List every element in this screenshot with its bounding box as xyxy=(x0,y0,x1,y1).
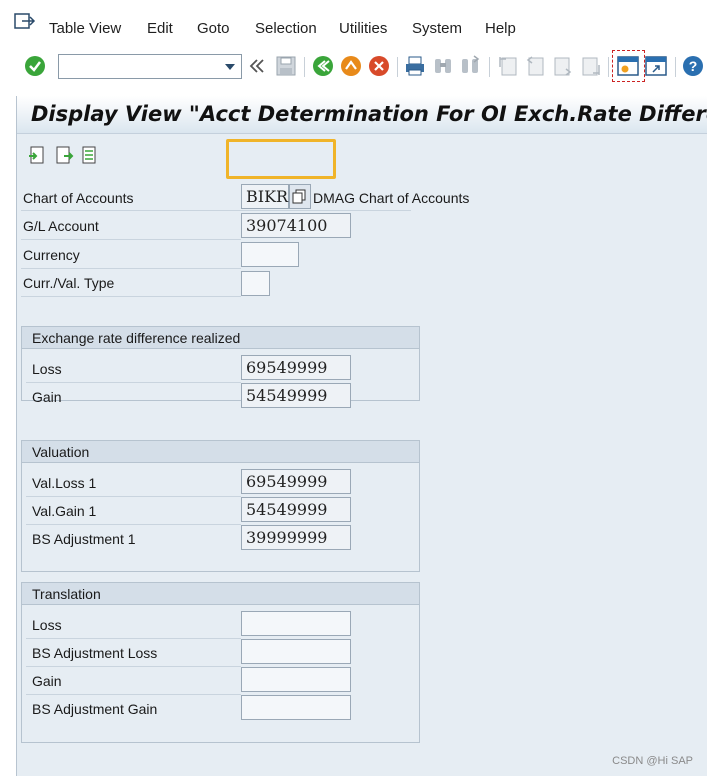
menu-bar: Table View Edit Goto Selection Utilities… xyxy=(0,0,707,48)
realized-group-title: Exchange rate difference realized xyxy=(22,327,419,349)
toolbar-separator xyxy=(608,57,609,77)
toolbar-separator xyxy=(397,57,398,77)
val-gain-1-field[interactable]: 54549999 xyxy=(241,497,351,522)
translation-loss-label: Loss xyxy=(32,617,62,633)
print-icon[interactable] xyxy=(404,55,426,77)
next-entry-icon[interactable] xyxy=(54,145,74,165)
help-icon[interactable]: ? xyxy=(682,55,704,77)
chart-of-accounts-description: DMAG Chart of Accounts xyxy=(313,190,470,206)
last-page-icon[interactable] xyxy=(580,55,602,77)
row-divider xyxy=(26,496,241,497)
enter-check-icon[interactable] xyxy=(24,55,46,77)
val-loss-1-label: Val.Loss 1 xyxy=(32,475,97,491)
bs-adjustment-1-field[interactable]: 39999999 xyxy=(241,525,351,550)
previous-entry-icon[interactable] xyxy=(27,145,47,165)
realized-gain-label: Gain xyxy=(32,389,62,405)
page-title: Display View "Acct Determination For OI … xyxy=(31,102,707,126)
bs-adjustment-gain-field[interactable] xyxy=(241,695,351,720)
save-icon[interactable] xyxy=(275,55,297,77)
curr-val-type-label: Curr./Val. Type xyxy=(23,275,115,291)
toolbar-separator xyxy=(304,57,305,77)
realized-loss-label: Loss xyxy=(32,361,62,377)
bs-adjustment-1-label: BS Adjustment 1 xyxy=(32,531,136,547)
translation-group: Translation Loss BS Adjustment Loss Gain… xyxy=(21,582,420,743)
bs-adjustment-loss-label: BS Adjustment Loss xyxy=(32,645,158,661)
back-icon[interactable] xyxy=(312,55,334,77)
row-divider xyxy=(26,666,241,667)
row-divider xyxy=(21,268,241,269)
next-page-icon[interactable] xyxy=(552,55,574,77)
dropdown-arrow-icon[interactable] xyxy=(225,64,235,70)
menu-system[interactable]: System xyxy=(412,20,462,37)
chart-of-accounts-field[interactable]: BIKR xyxy=(241,184,289,209)
realized-loss-field[interactable]: 69549999 xyxy=(241,355,351,380)
toolbar-separator xyxy=(675,57,676,77)
row-divider xyxy=(26,524,241,525)
row-divider xyxy=(21,210,411,211)
create-session-icon[interactable] xyxy=(617,55,639,77)
row-divider xyxy=(21,296,241,297)
svg-text:?: ? xyxy=(689,58,698,74)
row-divider xyxy=(26,382,241,383)
menu-goto[interactable]: Goto xyxy=(197,20,230,37)
other-entry-icon[interactable] xyxy=(80,145,100,165)
watermark: CSDN @Hi SAP xyxy=(612,755,693,767)
valuation-group-title: Valuation xyxy=(22,441,419,463)
toolbar-separator xyxy=(489,57,490,77)
first-page-icon[interactable] xyxy=(497,55,519,77)
gl-account-label: G/L Account xyxy=(23,218,99,234)
currency-highlight-box xyxy=(226,139,336,179)
copy-icon xyxy=(292,189,306,204)
valuation-group: Valuation Val.Loss 1 69549999 Val.Gain 1… xyxy=(21,440,420,572)
chart-of-accounts-label: Chart of Accounts xyxy=(23,190,134,206)
curr-val-type-field[interactable] xyxy=(241,271,270,296)
row-divider xyxy=(21,239,241,240)
translation-gain-label: Gain xyxy=(32,673,62,689)
command-field[interactable] xyxy=(58,54,242,79)
currency-field[interactable] xyxy=(241,242,299,267)
content-area: Display View "Acct Determination For OI … xyxy=(16,96,707,776)
menu-edit[interactable]: Edit xyxy=(147,20,173,37)
double-chevron-left-icon[interactable] xyxy=(248,58,266,74)
find-next-icon[interactable] xyxy=(459,55,481,77)
find-icon[interactable] xyxy=(432,55,454,77)
f4-help-button[interactable] xyxy=(289,184,311,209)
currency-label: Currency xyxy=(23,247,80,263)
cancel-icon[interactable] xyxy=(368,55,390,77)
translation-group-title: Translation xyxy=(22,583,419,605)
row-divider xyxy=(26,694,241,695)
val-loss-1-field[interactable]: 69549999 xyxy=(241,469,351,494)
exit-menu-icon[interactable] xyxy=(14,13,36,31)
menu-utilities[interactable]: Utilities xyxy=(339,20,387,37)
standard-toolbar: ? xyxy=(0,48,707,86)
val-gain-1-label: Val.Gain 1 xyxy=(32,503,97,519)
previous-page-icon[interactable] xyxy=(524,55,546,77)
generate-shortcut-icon[interactable] xyxy=(645,55,667,77)
title-bar: Display View "Acct Determination For OI … xyxy=(17,96,707,134)
bs-adjustment-gain-label: BS Adjustment Gain xyxy=(32,701,158,717)
translation-gain-field[interactable] xyxy=(241,667,351,692)
gl-account-field[interactable]: 39074100 xyxy=(241,213,351,238)
menu-table-view[interactable]: Table View xyxy=(49,20,121,37)
row-divider xyxy=(26,638,241,639)
exit-icon[interactable] xyxy=(340,55,362,77)
translation-loss-field[interactable] xyxy=(241,611,351,636)
bs-adjustment-loss-field[interactable] xyxy=(241,639,351,664)
menu-help[interactable]: Help xyxy=(485,20,516,37)
realized-gain-field[interactable]: 54549999 xyxy=(241,383,351,408)
menu-selection[interactable]: Selection xyxy=(255,20,317,37)
realized-group: Exchange rate difference realized Loss 6… xyxy=(21,326,420,408)
